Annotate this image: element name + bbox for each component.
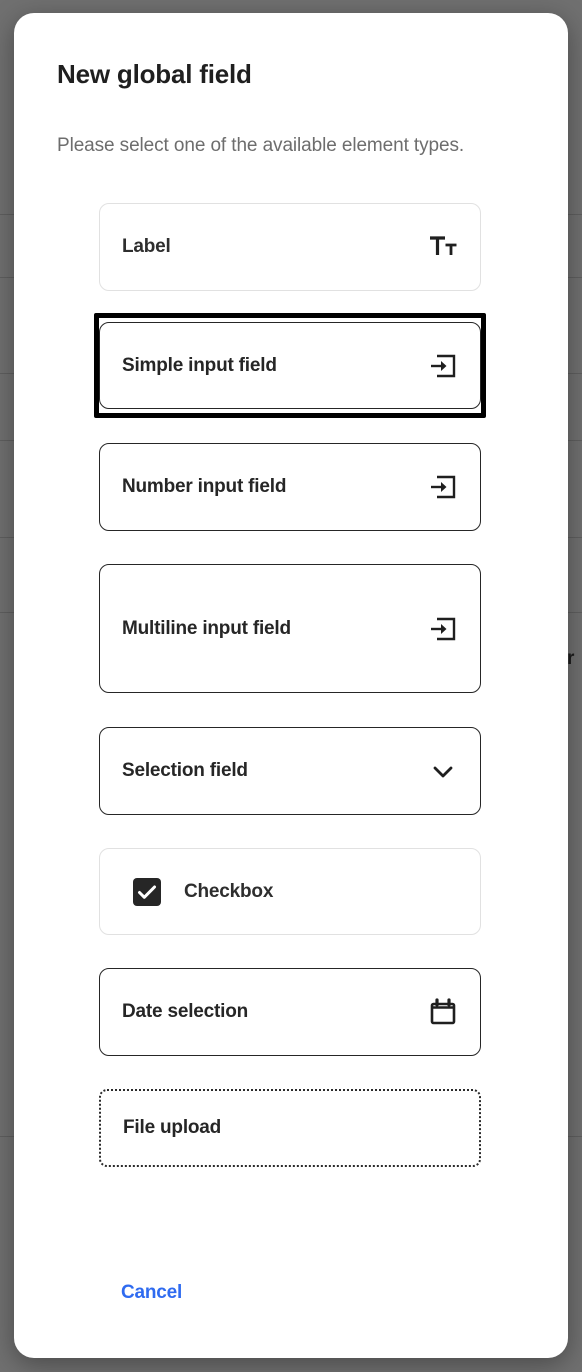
option-label: Date selection <box>122 1001 249 1022</box>
option-label: File upload <box>123 1117 222 1138</box>
option-card-multiline-input-field[interactable]: Multiline input field <box>99 564 481 693</box>
option-card-date-selection[interactable]: Date selection <box>99 968 481 1056</box>
input-field-icon <box>428 351 458 381</box>
background-clipped-text: r <box>567 648 575 669</box>
text-format-icon <box>428 232 458 262</box>
option-label: Selection field <box>122 760 248 781</box>
dialog-subtitle: Please select one of the available eleme… <box>57 135 465 156</box>
new-global-field-dialog: New global field Please select one of th… <box>14 13 568 1358</box>
input-field-icon <box>428 614 458 644</box>
option-label: Number input field <box>122 476 287 497</box>
option-card-number-input-field[interactable]: Number input field <box>99 443 481 531</box>
option-label: Label <box>122 236 171 257</box>
option-card-selection-field[interactable]: Selection field <box>99 727 481 815</box>
option-card-checkbox[interactable]: Checkbox <box>99 848 481 935</box>
cancel-button[interactable]: Cancel <box>113 1276 190 1310</box>
dialog-title: New global field <box>57 59 252 89</box>
checkbox-checked-icon <box>132 877 162 907</box>
chevron-down-icon <box>428 756 458 786</box>
option-label: Multiline input field <box>122 617 291 639</box>
option-label: Simple input field <box>122 354 277 376</box>
calendar-icon <box>428 997 458 1027</box>
option-label: Checkbox <box>184 880 274 902</box>
option-card-file-upload[interactable]: File upload <box>99 1089 481 1167</box>
option-card-label[interactable]: Label <box>99 203 481 291</box>
option-card-simple-input-field[interactable]: Simple input field <box>99 322 481 409</box>
input-field-icon <box>428 472 458 502</box>
